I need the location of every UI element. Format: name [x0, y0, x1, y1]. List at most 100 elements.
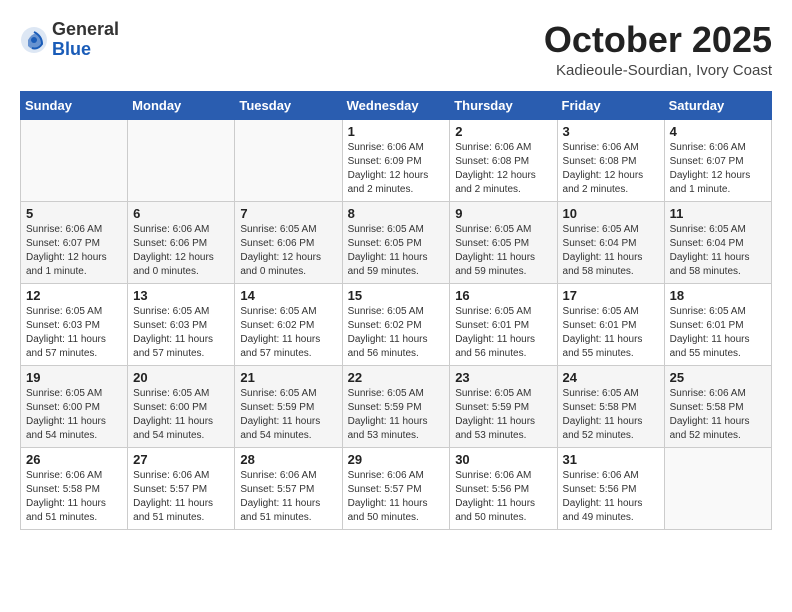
day-info: Sunrise: 6:05 AM Sunset: 6:04 PM Dayligh…	[670, 223, 766, 279]
day-number: 31	[563, 452, 659, 467]
calendar-cell	[21, 119, 128, 201]
day-info: Sunrise: 6:05 AM Sunset: 6:02 PM Dayligh…	[240, 305, 336, 361]
day-info: Sunrise: 6:06 AM Sunset: 5:58 PM Dayligh…	[670, 387, 766, 443]
day-info: Sunrise: 6:05 AM Sunset: 6:01 PM Dayligh…	[670, 305, 766, 361]
weekday-header-saturday: Saturday	[664, 91, 771, 119]
day-info: Sunrise: 6:05 AM Sunset: 6:02 PM Dayligh…	[348, 305, 445, 361]
calendar-cell: 17Sunrise: 6:05 AM Sunset: 6:01 PM Dayli…	[557, 283, 664, 365]
location-title: Kadieoule-Sourdian, Ivory Coast	[544, 62, 772, 79]
calendar-cell: 13 Sunrise: 6:05 AM Sunset: 6:03 PM Dayli…	[128, 283, 235, 365]
day-number: 9	[455, 206, 551, 221]
weekday-header-row: SundayMondayTuesdayWednesdayThursdayFrid…	[21, 91, 772, 119]
day-info: Sunrise: 6:06 AM Sunset: 5:57 PM Dayligh…	[240, 469, 336, 525]
logo: General Blue	[20, 20, 119, 60]
day-number: 22	[348, 370, 445, 385]
calendar-cell	[128, 119, 235, 201]
day-number: 25	[670, 370, 766, 385]
calendar-cell: 1 Sunrise: 6:06 AM Sunset: 6:09 PM Daylig…	[342, 119, 450, 201]
day-number: 10	[563, 206, 659, 221]
day-number: 5	[26, 206, 122, 221]
calendar-cell: 20 Sunrise: 6:05 AM Sunset: 6:00 PM Dayli…	[128, 365, 235, 447]
calendar-table: SundayMondayTuesdayWednesdayThursdayFrid…	[20, 91, 772, 530]
calendar-week-row: 26 Sunrise: 6:06 AM Sunset: 5:58 PM Dayli…	[21, 447, 772, 529]
day-number: 1	[348, 124, 445, 139]
day-number: 20	[133, 370, 229, 385]
day-number: 4	[670, 124, 766, 139]
day-info: Sunrise: 6:05 AM Sunset: 6:00 PM Dayligh…	[26, 387, 122, 443]
calendar-week-row: 12 Sunrise: 6:05 AM Sunset: 6:03 PM Dayli…	[21, 283, 772, 365]
logo-icon	[20, 26, 48, 54]
calendar-cell: 11 Sunrise: 6:05 AM Sunset: 6:04 PM Dayli…	[664, 201, 771, 283]
day-info: Sunrise: 6:05 AM Sunset: 6:04 PM Dayligh…	[563, 223, 659, 279]
calendar-cell: 28 Sunrise: 6:06 AM Sunset: 5:57 PM Dayli…	[235, 447, 342, 529]
calendar-cell: 25 Sunrise: 6:06 AM Sunset: 5:58 PM Dayli…	[664, 365, 771, 447]
day-info: Sunrise: 6:06 AM Sunset: 6:06 PM Dayligh…	[133, 223, 229, 279]
calendar-cell: 24Sunrise: 6:05 AM Sunset: 5:58 PM Dayli…	[557, 365, 664, 447]
day-number: 30	[455, 452, 551, 467]
calendar-cell: 5Sunrise: 6:06 AM Sunset: 6:07 PM Daylig…	[21, 201, 128, 283]
calendar-cell: 21 Sunrise: 6:05 AM Sunset: 5:59 PM Dayli…	[235, 365, 342, 447]
calendar-cell: 19Sunrise: 6:05 AM Sunset: 6:00 PM Dayli…	[21, 365, 128, 447]
calendar-cell: 30 Sunrise: 6:06 AM Sunset: 5:56 PM Dayli…	[450, 447, 557, 529]
calendar-cell: 23 Sunrise: 6:05 AM Sunset: 5:59 PM Dayli…	[450, 365, 557, 447]
calendar-cell: 29Sunrise: 6:06 AM Sunset: 5:57 PM Dayli…	[342, 447, 450, 529]
day-info: Sunrise: 6:06 AM Sunset: 5:56 PM Dayligh…	[455, 469, 551, 525]
day-info: Sunrise: 6:06 AM Sunset: 5:57 PM Dayligh…	[133, 469, 229, 525]
day-info: Sunrise: 6:05 AM Sunset: 6:05 PM Dayligh…	[455, 223, 551, 279]
day-number: 26	[26, 452, 122, 467]
day-number: 8	[348, 206, 445, 221]
calendar-cell: 27 Sunrise: 6:06 AM Sunset: 5:57 PM Dayli…	[128, 447, 235, 529]
day-info: Sunrise: 6:05 AM Sunset: 6:00 PM Dayligh…	[133, 387, 229, 443]
day-number: 28	[240, 452, 336, 467]
day-number: 2	[455, 124, 551, 139]
title-section: October 2025 Kadieoule-Sourdian, Ivory C…	[544, 20, 772, 79]
page-header: General Blue October 2025 Kadieoule-Sour…	[20, 20, 772, 79]
calendar-week-row: 5Sunrise: 6:06 AM Sunset: 6:07 PM Daylig…	[21, 201, 772, 283]
day-number: 13	[133, 288, 229, 303]
calendar-cell: 7Sunrise: 6:05 AM Sunset: 6:06 PM Daylig…	[235, 201, 342, 283]
day-info: Sunrise: 6:06 AM Sunset: 6:07 PM Dayligh…	[670, 141, 766, 197]
weekday-header-friday: Friday	[557, 91, 664, 119]
weekday-header-sunday: Sunday	[21, 91, 128, 119]
calendar-cell: 4 Sunrise: 6:06 AM Sunset: 6:07 PM Daylig…	[664, 119, 771, 201]
calendar-cell: 12 Sunrise: 6:05 AM Sunset: 6:03 PM Dayli…	[21, 283, 128, 365]
day-info: Sunrise: 6:05 AM Sunset: 5:59 PM Dayligh…	[348, 387, 445, 443]
logo-general-text: General	[52, 20, 119, 40]
day-info: Sunrise: 6:05 AM Sunset: 6:06 PM Dayligh…	[240, 223, 336, 279]
day-info: Sunrise: 6:05 AM Sunset: 5:59 PM Dayligh…	[240, 387, 336, 443]
day-info: Sunrise: 6:05 AM Sunset: 5:59 PM Dayligh…	[455, 387, 551, 443]
calendar-cell: 3Sunrise: 6:06 AM Sunset: 6:08 PM Daylig…	[557, 119, 664, 201]
day-info: Sunrise: 6:05 AM Sunset: 5:58 PM Dayligh…	[563, 387, 659, 443]
weekday-header-monday: Monday	[128, 91, 235, 119]
day-number: 3	[563, 124, 659, 139]
day-number: 11	[670, 206, 766, 221]
day-number: 27	[133, 452, 229, 467]
day-info: Sunrise: 6:05 AM Sunset: 6:03 PM Dayligh…	[133, 305, 229, 361]
day-info: Sunrise: 6:05 AM Sunset: 6:03 PM Dayligh…	[26, 305, 122, 361]
day-number: 21	[240, 370, 336, 385]
weekday-header-thursday: Thursday	[450, 91, 557, 119]
day-number: 15	[348, 288, 445, 303]
calendar-cell: 16Sunrise: 6:05 AM Sunset: 6:01 PM Dayli…	[450, 283, 557, 365]
logo-text: General Blue	[52, 20, 119, 60]
weekday-header-tuesday: Tuesday	[235, 91, 342, 119]
calendar-cell: 26 Sunrise: 6:06 AM Sunset: 5:58 PM Dayli…	[21, 447, 128, 529]
day-number: 12	[26, 288, 122, 303]
calendar-cell	[664, 447, 771, 529]
day-number: 6	[133, 206, 229, 221]
calendar-cell: 14 Sunrise: 6:05 AM Sunset: 6:02 PM Dayli…	[235, 283, 342, 365]
calendar-cell: 6 Sunrise: 6:06 AM Sunset: 6:06 PM Daylig…	[128, 201, 235, 283]
calendar-cell: 31 Sunrise: 6:06 AM Sunset: 5:56 PM Dayli…	[557, 447, 664, 529]
weekday-header-wednesday: Wednesday	[342, 91, 450, 119]
calendar-cell	[235, 119, 342, 201]
page: General Blue October 2025 Kadieoule-Sour…	[0, 0, 792, 540]
day-info: Sunrise: 6:06 AM Sunset: 5:56 PM Dayligh…	[563, 469, 659, 525]
day-number: 14	[240, 288, 336, 303]
day-info: Sunrise: 6:06 AM Sunset: 5:58 PM Dayligh…	[26, 469, 122, 525]
calendar-cell: 8Sunrise: 6:05 AM Sunset: 6:05 PM Daylig…	[342, 201, 450, 283]
calendar-cell: 10 Sunrise: 6:05 AM Sunset: 6:04 PM Dayli…	[557, 201, 664, 283]
day-info: Sunrise: 6:06 AM Sunset: 6:08 PM Dayligh…	[455, 141, 551, 197]
day-info: Sunrise: 6:06 AM Sunset: 6:09 PM Dayligh…	[348, 141, 445, 197]
day-number: 16	[455, 288, 551, 303]
day-number: 23	[455, 370, 551, 385]
